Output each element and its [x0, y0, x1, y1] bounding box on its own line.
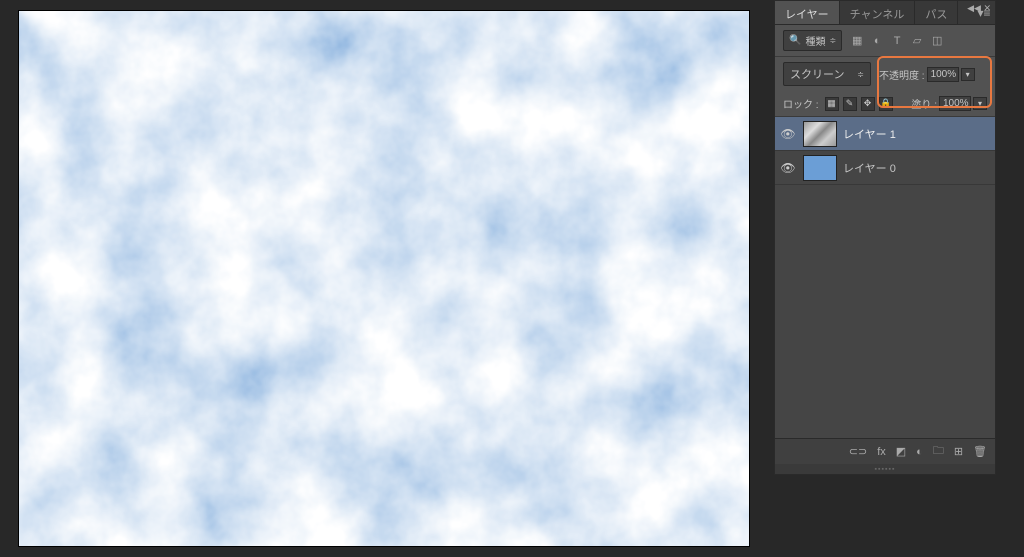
blend-mode-value: スクリーン — [790, 66, 844, 82]
fill-group: 塗り : 100% ▾ — [911, 96, 987, 111]
lock-pixels-icon[interactable]: ✎ — [843, 97, 857, 111]
chevron-updown-icon: ≑ — [829, 36, 836, 45]
filter-adjust-icon[interactable]: ◐ — [870, 34, 884, 48]
filter-smart-icon[interactable]: ◫ — [930, 34, 944, 48]
blend-row: スクリーン ≑ 不透明度 : 100% ▾ — [775, 57, 995, 91]
link-layers-icon[interactable]: ⊂⊃ — [849, 445, 867, 458]
layers-list: 👁 レイヤー 1 👁 レイヤー 0 — [775, 117, 995, 438]
visibility-eye-icon[interactable]: 👁 — [779, 127, 797, 141]
mask-icon[interactable]: ◩ — [896, 445, 906, 458]
lock-row: ロック : ▦ ✎ ✥ 🔒 塗り : 100% ▾ — [775, 91, 995, 117]
filter-pixel-icon[interactable]: ▦ — [850, 34, 864, 48]
filter-type-icon[interactable]: T — [890, 34, 904, 48]
layer-thumbnail[interactable] — [803, 121, 837, 147]
filter-kind-label: 種類 — [805, 33, 825, 48]
chevron-updown-icon: ≑ — [857, 70, 864, 79]
blend-mode-select[interactable]: スクリーン ≑ — [783, 62, 871, 86]
fill-dropdown-icon[interactable]: ▾ — [973, 97, 987, 110]
document-canvas[interactable] — [18, 10, 750, 547]
opacity-value[interactable]: 100% — [927, 67, 959, 82]
fill-value[interactable]: 100% — [939, 96, 971, 111]
lock-all-icon[interactable]: 🔒 — [879, 97, 893, 111]
layer-thumbnail[interactable] — [803, 155, 837, 181]
fx-icon[interactable]: fx — [877, 446, 886, 458]
layer-name[interactable]: レイヤー 0 — [843, 160, 896, 176]
lock-label: ロック : — [783, 96, 819, 111]
visibility-eye-icon[interactable]: 👁 — [779, 161, 797, 175]
panel-tabs: レイヤー チャンネル パス ▾≡ — [775, 1, 995, 25]
panel-footer: ⊂⊃ fx ◩ ◐ 🗀 ⊞ 🗑 — [775, 438, 995, 464]
layer-row[interactable]: 👁 レイヤー 0 — [775, 151, 995, 185]
delete-layer-icon[interactable]: 🗑 — [973, 445, 987, 458]
lock-icons: ▦ ✎ ✥ 🔒 — [825, 97, 893, 111]
layer-name[interactable]: レイヤー 1 — [843, 126, 896, 142]
lock-position-icon[interactable]: ✥ — [861, 97, 875, 111]
filter-type-icons: ▦ ◐ T ▱ ◫ — [850, 34, 944, 48]
layers-panel: ◀◀ ✕ レイヤー チャンネル パス ▾≡ 🔍 種類 ≑ ▦ ◐ T ▱ ◫ ス… — [774, 0, 996, 475]
fill-label: 塗り : — [911, 96, 937, 111]
panel-resize-grip[interactable]: ▪▪▪▪▪▪ — [775, 464, 995, 474]
tab-layers[interactable]: レイヤー — [775, 1, 840, 24]
tab-channels[interactable]: チャンネル — [840, 1, 916, 24]
opacity-dropdown-icon[interactable]: ▾ — [961, 68, 975, 81]
search-icon: 🔍 — [789, 35, 801, 46]
group-icon[interactable]: 🗀 — [933, 442, 944, 461]
layer-row[interactable]: 👁 レイヤー 1 — [775, 117, 995, 151]
opacity-group: 不透明度 : 100% ▾ — [879, 67, 975, 82]
filter-kind-select[interactable]: 🔍 種類 ≑ — [783, 30, 842, 51]
tab-paths[interactable]: パス — [915, 1, 958, 24]
filter-shape-icon[interactable]: ▱ — [910, 34, 924, 48]
panel-collapse-icon[interactable]: ◀◀ ✕ — [967, 3, 991, 14]
opacity-label: 不透明度 : — [879, 67, 925, 82]
canvas-clouds-render — [19, 11, 749, 546]
adjustment-icon[interactable]: ◐ — [916, 446, 923, 458]
new-layer-icon[interactable]: ⊞ — [954, 445, 963, 458]
lock-transparent-icon[interactable]: ▦ — [825, 97, 839, 111]
layer-filter-row: 🔍 種類 ≑ ▦ ◐ T ▱ ◫ — [775, 25, 995, 57]
